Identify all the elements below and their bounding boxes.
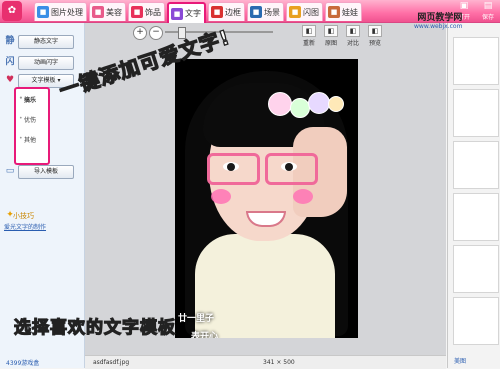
photo-icon: ■ [37,6,49,18]
text-icon: ■ [171,7,183,20]
tool-compare[interactable]: ◧ 对比 [344,25,362,47]
template-thumb[interactable] [453,37,499,85]
tab-frame[interactable]: ■ 边框 [208,2,245,21]
static-text-button[interactable]: 静态文字 [18,35,74,49]
template-thumb[interactable] [453,245,499,293]
status-bar: asdfasdf.jpg 341 × 500 [85,355,446,369]
photo: 廿一里子 表开心 [175,59,358,338]
tab-bar: ■ 图片处理 ■ 美容 ■ 饰品 ■ 文字 ■ 边框 ■ 场景 ■ 闪图 ■ 娃娃 [34,2,362,25]
face-icon: ■ [92,6,104,18]
meitu-link[interactable]: 美图 [454,356,466,365]
template-thumb[interactable] [453,297,499,345]
tab-scene[interactable]: ■ 场景 [247,2,284,21]
tab-doll[interactable]: ■ 娃娃 [325,2,362,21]
right-panel [447,23,500,368]
template-thumb[interactable] [453,89,499,137]
anim-text-button[interactable]: 动画闪字 [18,56,74,70]
app-logo: ✿ [2,1,22,21]
tab-heart[interactable]: ■ 饰品 [128,2,165,21]
blush-sticker [211,189,231,204]
tool-original[interactable]: ◧ 原图 [322,25,340,47]
template-thumb[interactable] [453,141,499,189]
tip-title: 小技巧 [13,212,34,220]
static-text-icon: 静 [5,36,15,46]
anim-text-icon: 闪 [5,57,15,67]
disk-icon: ▤ [483,1,493,11]
doll-icon: ■ [328,6,340,18]
category-item-other[interactable]: 其他 [19,135,36,144]
image-dimensions: 341 × 500 [263,359,295,366]
flash-icon: ■ [289,6,301,18]
tab-photo[interactable]: ■ 图片处理 [34,2,87,21]
filename: asdfasdf.jpg [93,359,130,366]
tab-face[interactable]: ■ 美容 [89,2,126,21]
photo-text-line1: 廿一里子 [178,314,215,324]
tip-link[interactable]: 爱光文字的制作 [4,222,46,231]
category-item-funny[interactable]: 搞乐 [19,95,36,104]
compare-icon: ◧ [346,25,360,37]
tool-undo[interactable]: ◧ 重新 [300,25,318,47]
original-icon: ◧ [324,25,338,37]
scene-icon: ■ [250,6,262,18]
tab-text[interactable]: ■ 文字 [167,2,206,25]
template-category-list: 搞乐 优伤 其他 [14,87,50,165]
watermark: 网页教学网 www.webjx.com [414,13,463,30]
save-button[interactable]: ▤ 保存 [476,0,500,22]
glasses-sticker [207,153,321,185]
game-box-link[interactable]: 4399游戏盒 [6,358,39,367]
blush-sticker [293,189,313,204]
zoom-in-icon[interactable]: + [133,26,147,40]
photo-text-line2: 表开心 [191,332,219,338]
heart-icon: ■ [131,6,143,18]
import-icon: ▭ [5,166,15,176]
caption-bottom: 选择喜欢的文字模板 [13,317,176,338]
category-item-sad[interactable]: 优伤 [19,115,36,124]
template-thumb[interactable] [453,193,499,241]
import-template-button[interactable]: 导入模板 [18,165,74,179]
canvas-tools: ◧ 重新 ◧ 原图 ◧ 对比 ◧ 预览 [300,25,384,47]
tool-preview[interactable]: ◧ 预览 [366,25,384,47]
template-icon: ♥ [5,75,15,85]
frame-icon: ■ [211,6,223,18]
zoom-out-icon[interactable]: − [149,26,163,40]
tab-flash[interactable]: ■ 闪图 [286,2,323,21]
preview-icon: ◧ [368,25,382,37]
undo-icon: ◧ [302,25,316,37]
